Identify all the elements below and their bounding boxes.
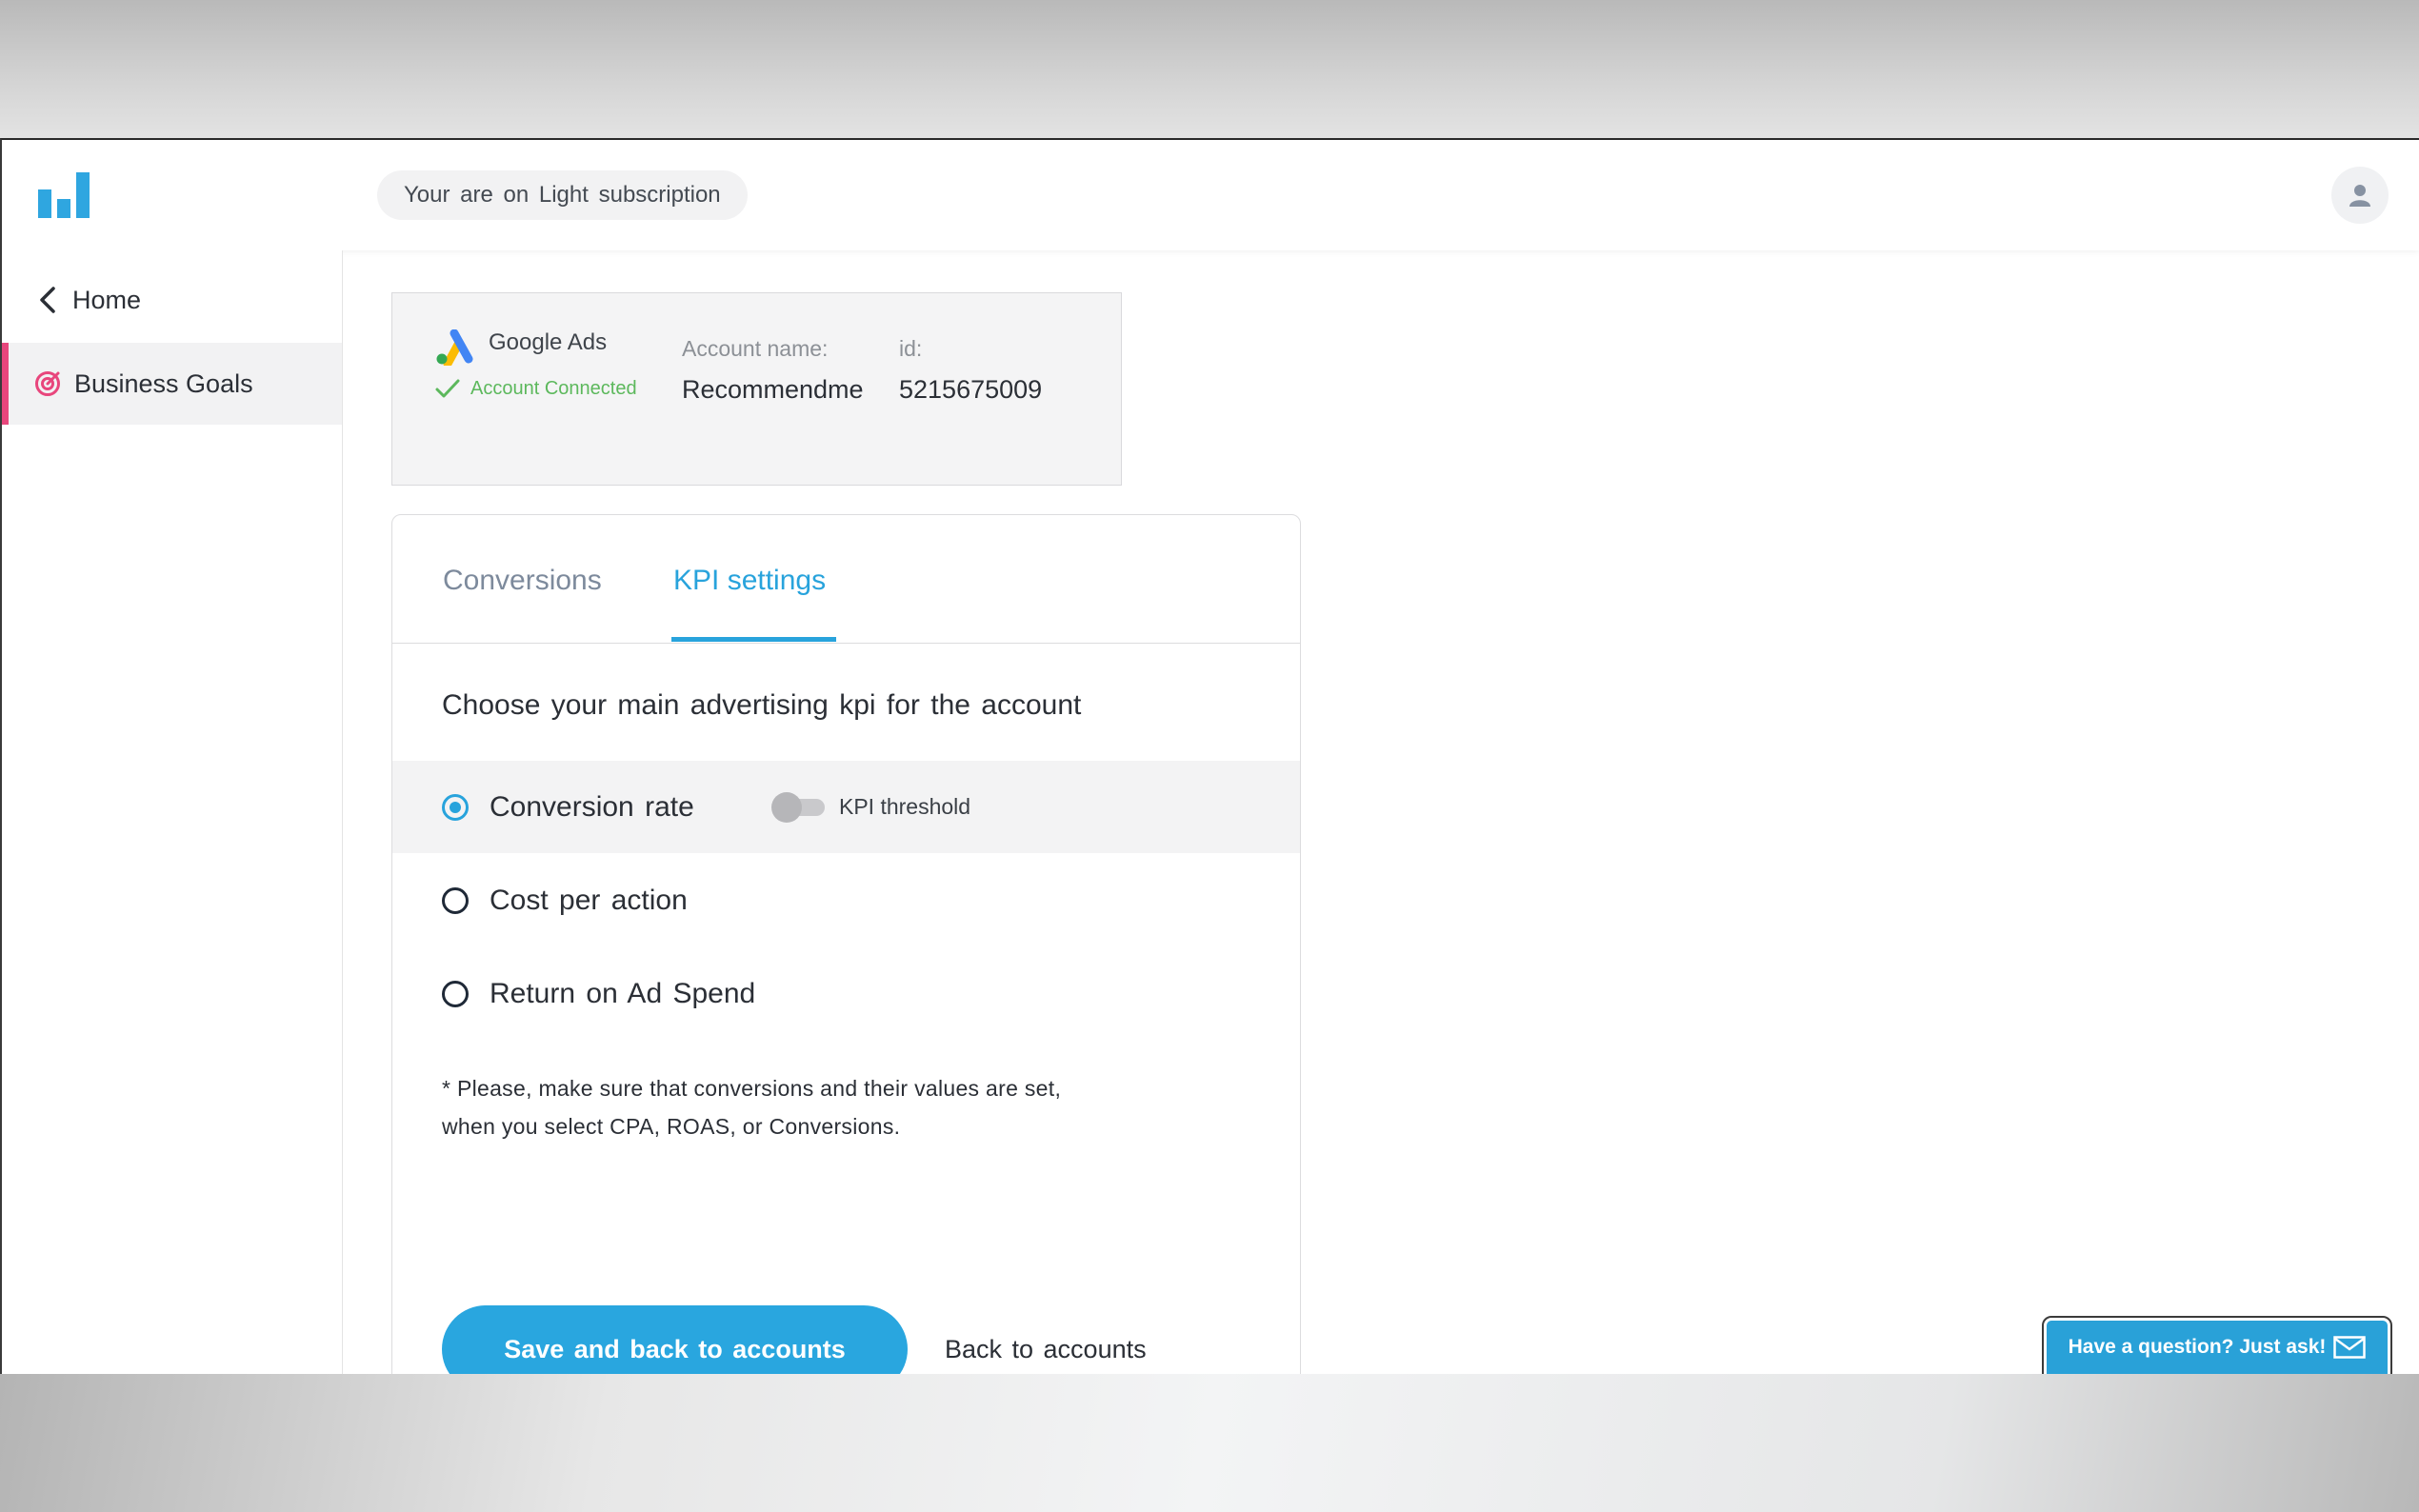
radio-cost-per-action[interactable] bbox=[442, 886, 469, 914]
chat-widget-label: Have a question? Just ask! bbox=[2068, 1336, 2327, 1358]
radio-return-on-ad-spend[interactable] bbox=[442, 980, 469, 1007]
sidebar: Home Business Goals bbox=[2, 250, 343, 1376]
kpi-option-cost-per-action[interactable]: Cost per action bbox=[392, 854, 1300, 946]
user-icon bbox=[2349, 185, 2370, 207]
kpi-heading: Choose your main advertising kpi for the… bbox=[442, 689, 1082, 721]
platform-name: Google Ads bbox=[489, 329, 608, 355]
toggle-knob bbox=[771, 792, 802, 823]
target-icon bbox=[35, 371, 60, 396]
kpi-threshold-label: KPI threshold bbox=[839, 794, 971, 819]
account-name-label: Account name: bbox=[682, 336, 829, 361]
bottom-backdrop bbox=[0, 1374, 2419, 1512]
active-indicator bbox=[2, 343, 9, 425]
option-label: Conversion rate bbox=[490, 790, 694, 823]
kpi-note: * Please, make sure that conversions and… bbox=[442, 1069, 1128, 1145]
kpi-threshold-toggle[interactable] bbox=[771, 792, 827, 823]
app-window: Your are on Light subscription Home Busi… bbox=[0, 138, 2419, 1443]
mail-icon bbox=[2333, 1336, 2367, 1359]
connection-status-text: Account Connected bbox=[470, 377, 637, 399]
account-card: Google Ads Account Connected Account nam… bbox=[391, 292, 1122, 486]
check-icon bbox=[435, 379, 460, 398]
top-backdrop bbox=[0, 0, 2419, 138]
note-line-1: * Please, make sure that conversions and… bbox=[442, 1076, 1062, 1101]
app-logo-icon[interactable] bbox=[38, 172, 91, 218]
tab-bar: Conversions KPI settings bbox=[392, 515, 1300, 644]
tab-kpi-settings[interactable]: KPI settings bbox=[673, 565, 826, 597]
sidebar-item-home[interactable]: Home bbox=[2, 271, 342, 328]
chevron-left-icon bbox=[40, 287, 55, 313]
account-name-value: Recommendme bbox=[682, 375, 864, 404]
subscription-badge: Your are on Light subscription bbox=[377, 170, 748, 220]
sidebar-item-label: Business Goals bbox=[74, 368, 253, 398]
top-header: Your are on Light subscription bbox=[2, 140, 2419, 250]
kpi-settings-card: Conversions KPI settings Choose your mai… bbox=[391, 514, 1301, 1443]
account-id-value: 5215675009 bbox=[899, 375, 1043, 404]
kpi-option-conversion-rate[interactable]: Conversion rate KPI threshold bbox=[392, 761, 1300, 853]
sidebar-item-business-goals[interactable]: Business Goals bbox=[2, 343, 342, 425]
note-line-2: when you select CPA, ROAS, or Conversion… bbox=[442, 1114, 901, 1139]
chat-widget-button[interactable]: Have a question? Just ask! bbox=[2042, 1316, 2392, 1379]
option-label: Cost per action bbox=[490, 884, 688, 916]
sidebar-item-label: Home bbox=[72, 285, 142, 314]
kpi-option-return-on-ad-spend[interactable]: Return on Ad Spend bbox=[392, 947, 1300, 1040]
account-id-label: id: bbox=[899, 336, 923, 361]
google-ads-icon bbox=[436, 329, 473, 366]
option-label: Return on Ad Spend bbox=[490, 977, 756, 1009]
tab-conversions[interactable]: Conversions bbox=[443, 565, 602, 597]
radio-conversion-rate[interactable] bbox=[442, 793, 469, 821]
active-tab-underline bbox=[671, 637, 836, 642]
user-avatar[interactable] bbox=[2331, 167, 2389, 224]
connection-status: Account Connected bbox=[434, 377, 637, 400]
